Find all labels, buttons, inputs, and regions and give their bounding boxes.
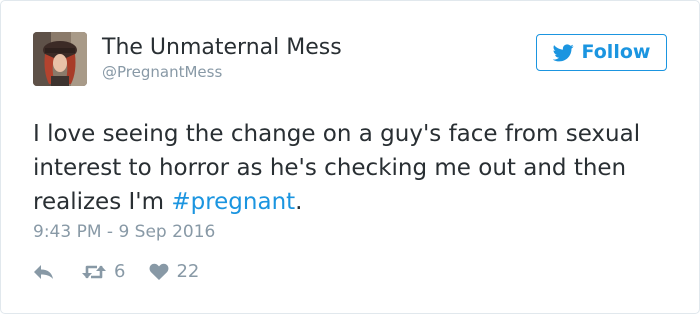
tweet-text: I love seeing the change on a guy's face… <box>33 117 683 219</box>
author-avatar[interactable] <box>33 32 87 86</box>
tweet-text-body: I love seeing the change on a guy's face… <box>33 121 641 215</box>
author-handle[interactable]: @PregnantMess <box>102 63 222 81</box>
author-display-name[interactable]: The Unmaternal Mess <box>102 35 342 61</box>
like-count: 22 <box>176 261 200 282</box>
reply-button[interactable] <box>33 263 55 281</box>
tweet-card: The Unmaternal Mess @PregnantMess Follow… <box>0 0 700 314</box>
reply-icon <box>33 263 55 281</box>
like-button[interactable]: 22 <box>149 263 199 281</box>
tweet-text-end: . <box>295 189 303 215</box>
avatar-image <box>33 32 87 86</box>
heart-icon <box>149 263 169 281</box>
hashtag-link[interactable]: #pregnant <box>171 189 295 215</box>
follow-button[interactable]: Follow <box>536 34 667 71</box>
retweet-icon <box>81 263 107 281</box>
tweet-actions: 6 22 <box>33 259 199 285</box>
retweet-count: 6 <box>114 261 126 282</box>
retweet-button[interactable]: 6 <box>81 263 125 281</box>
tweet-timestamp[interactable]: 9:43 PM - 9 Sep 2016 <box>33 221 215 243</box>
follow-button-label: Follow <box>581 41 651 63</box>
twitter-bird-icon <box>552 43 574 62</box>
